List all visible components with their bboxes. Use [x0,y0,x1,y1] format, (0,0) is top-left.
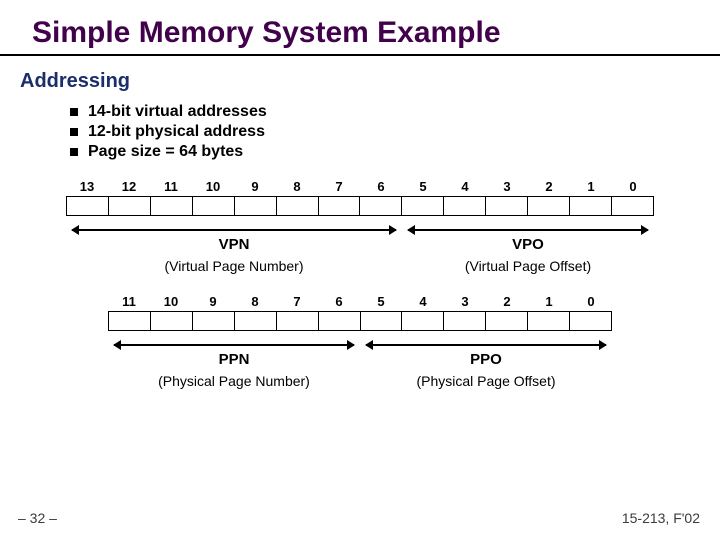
bit-label: 5 [360,294,402,309]
physical-range-row: PPN (Physical Page Number) PPO (Physical… [108,337,612,389]
bit-cell [360,311,402,331]
bit-cell [234,196,276,216]
bullet-item: 14-bit virtual addresses [70,103,720,121]
bit-label: 10 [150,294,192,309]
bit-label: 1 [528,294,570,309]
bit-label: 11 [150,179,192,194]
bit-cell [276,196,318,216]
virtual-bit-boxes [66,196,654,216]
bit-cell [527,196,569,216]
vpn-full: (Virtual Page Number) [66,258,402,274]
bit-label: 7 [276,294,318,309]
bit-cell [192,311,234,331]
ppn-full: (Physical Page Number) [108,373,360,389]
bit-cell [318,196,360,216]
slide-title: Simple Memory System Example [0,10,720,56]
bit-label: 6 [360,179,402,194]
ppn-abbr: PPN [213,351,256,368]
bit-cell [611,196,653,216]
bit-cell [150,196,192,216]
physical-address-diagram: 11109876543210 PPN (Physical Page Number… [108,294,612,389]
ppo-abbr: PPO [464,351,508,368]
vpo-segment: VPO (Virtual Page Offset) [402,222,654,274]
physical-bit-boxes [108,311,612,331]
bit-label: 13 [66,179,108,194]
bullet-text: 14-bit virtual addresses [88,103,267,121]
bit-cell [443,196,485,216]
bit-label: 6 [318,294,360,309]
bit-cell [569,196,611,216]
vpn-abbr: VPN [213,236,256,253]
bullet-text: Page size = 64 bytes [88,143,243,161]
bit-label: 9 [192,294,234,309]
bit-label: 4 [444,179,486,194]
bit-cell [401,196,443,216]
bit-label: 0 [570,294,612,309]
bit-cell [569,311,611,331]
slide-number: – 32 – [18,510,57,526]
bit-cell [485,196,527,216]
ppn-segment: PPN (Physical Page Number) [108,337,360,389]
bullet-list: 14-bit virtual addresses 12-bit physical… [0,103,720,161]
vpo-abbr: VPO [506,236,550,253]
bit-label: 0 [612,179,654,194]
bit-label: 7 [318,179,360,194]
bit-cell [527,311,569,331]
bit-label: 9 [234,179,276,194]
bit-label: 5 [402,179,444,194]
ppo-full: (Physical Page Offset) [360,373,612,389]
bit-cell [318,311,360,331]
bit-label: 12 [108,179,150,194]
bit-cell [401,311,443,331]
bit-label: 2 [486,294,528,309]
bullet-marker [70,148,78,156]
bit-label: 8 [276,179,318,194]
virtual-range-row: VPN (Virtual Page Number) VPO (Virtual P… [66,222,654,274]
bit-cell [276,311,318,331]
bullet-item: Page size = 64 bytes [70,143,720,161]
bit-label: 3 [444,294,486,309]
bit-cell [66,196,108,216]
virtual-address-diagram: 131211109876543210 VPN (Virtual Page Num… [66,179,654,274]
bit-cell [150,311,192,331]
bullet-item: 12-bit physical address [70,123,720,141]
vpo-full: (Virtual Page Offset) [402,258,654,274]
section-heading: Addressing [0,70,720,93]
physical-bit-labels: 11109876543210 [108,294,612,309]
bit-cell [192,196,234,216]
course-tag: 15-213, F'02 [622,510,700,526]
bit-label: 8 [234,294,276,309]
virtual-bit-labels: 131211109876543210 [66,179,654,194]
vpn-segment: VPN (Virtual Page Number) [66,222,402,274]
bit-cell [108,196,150,216]
bit-cell [108,311,150,331]
bullet-marker [70,128,78,136]
bit-cell [485,311,527,331]
bit-cell [443,311,485,331]
bit-label: 2 [528,179,570,194]
bit-label: 4 [402,294,444,309]
bullet-marker [70,108,78,116]
bit-cell [234,311,276,331]
bit-label: 11 [108,294,150,309]
bit-cell [359,196,401,216]
ppo-segment: PPO (Physical Page Offset) [360,337,612,389]
bit-label: 1 [570,179,612,194]
bit-label: 3 [486,179,528,194]
bit-label: 10 [192,179,234,194]
bullet-text: 12-bit physical address [88,123,265,141]
